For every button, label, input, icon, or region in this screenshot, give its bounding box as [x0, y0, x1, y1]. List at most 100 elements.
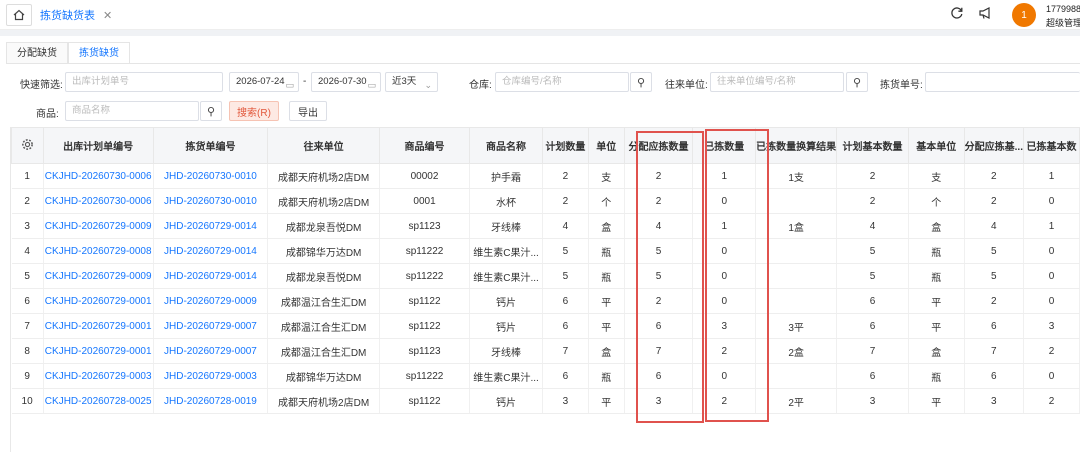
date-range-select[interactable]: 近3天 ⌄: [385, 72, 438, 92]
home-icon[interactable]: [6, 4, 32, 26]
table-cell[interactable]: CKJHD-20260729-0001: [43, 288, 154, 314]
table-cell[interactable]: JHD-20260729-0009: [153, 288, 269, 314]
table-cell: 2平: [755, 388, 838, 414]
table-cell: 护手霜: [469, 163, 543, 189]
megaphone-icon[interactable]: [978, 6, 992, 23]
column-header: 已拣基本数: [1023, 127, 1080, 164]
search-icon[interactable]: ⚲: [200, 101, 222, 121]
table-cell: 6: [836, 363, 909, 389]
table-cell[interactable]: CKJHD-20260730-0006: [43, 163, 154, 189]
table-cell[interactable]: JHD-20260729-0014: [153, 263, 269, 289]
table-cell: 7: [11, 313, 44, 339]
table-cell: 2: [836, 163, 909, 189]
search-icon[interactable]: ⚲: [846, 72, 868, 92]
table-cell: 钙片: [469, 388, 543, 414]
tab-allocation-shortage[interactable]: 分配缺货: [6, 42, 68, 64]
avatar[interactable]: 1: [1012, 3, 1036, 27]
table-cell: 2: [624, 163, 694, 189]
refresh-icon[interactable]: [950, 6, 964, 23]
export-button[interactable]: 导出: [289, 101, 327, 121]
table-cell: 0: [692, 263, 757, 289]
table-row[interactable]: 10 CKJHD-20260728-0025 JHD-20260728-0019 成都…: [11, 388, 1080, 414]
table-cell: [755, 188, 838, 214]
partner-input[interactable]: 往来单位编号/名称: [710, 72, 844, 92]
table-cell[interactable]: JHD-20260729-0014: [153, 238, 269, 264]
table-cell: 0: [1023, 288, 1080, 314]
pick-no-input[interactable]: [925, 72, 1080, 92]
column-header: 已拣数量: [692, 127, 757, 164]
search-icon[interactable]: ⚲: [630, 72, 652, 92]
quick-filter-label: 快速筛选:: [20, 80, 63, 91]
table-row[interactable]: 8 CKJHD-20260729-0001 JHD-20260729-0007 成都温…: [11, 338, 1080, 364]
table-cell: 0001: [379, 188, 471, 214]
table-cell[interactable]: CKJHD-20260729-0001: [43, 313, 154, 339]
table-cell[interactable]: JHD-20260730-0010: [153, 188, 269, 214]
table-cell: 0: [1023, 188, 1080, 214]
goods-input[interactable]: 商品名称: [65, 101, 199, 121]
table-row[interactable]: 9 CKJHD-20260729-0003 JHD-20260729-0003 成都锦…: [11, 363, 1080, 389]
settings-gear-icon[interactable]: [11, 127, 44, 164]
table-cell: 成都天府机场2店DM: [267, 388, 380, 414]
table-cell: 2: [964, 188, 1025, 214]
tab-pick-shortage[interactable]: 拣货缺货表 ✕: [40, 5, 112, 25]
table-cell: 3平: [755, 313, 838, 339]
table-row[interactable]: 5 CKJHD-20260729-0009 JHD-20260729-0014 成都龙…: [11, 263, 1080, 289]
tab-picking-shortage[interactable]: 拣货缺货: [68, 42, 130, 64]
table-cell[interactable]: JHD-20260728-0019: [153, 388, 269, 414]
table-cell: 3: [836, 388, 909, 414]
table-cell[interactable]: CKJHD-20260730-0006: [43, 188, 154, 214]
table-cell: 1盒: [755, 213, 838, 239]
table-cell[interactable]: JHD-20260729-0003: [153, 363, 269, 389]
table-cell[interactable]: JHD-20260730-0010: [153, 163, 269, 189]
table-cell[interactable]: CKJHD-20260728-0025: [43, 388, 154, 414]
date-start-input[interactable]: 2026-07-24 ▭: [229, 72, 299, 92]
table-cell: 钙片: [469, 313, 543, 339]
table-cell: 5: [542, 238, 589, 264]
table-cell: 6: [964, 313, 1025, 339]
table-cell[interactable]: CKJHD-20260729-0003: [43, 363, 154, 389]
table-cell: 2: [624, 288, 694, 314]
plan-no-input[interactable]: 出库计划单号: [65, 72, 223, 92]
table-cell: 6: [836, 288, 909, 314]
table-row[interactable]: 4 CKJHD-20260729-0008 JHD-20260729-0014 成都锦…: [11, 238, 1080, 264]
column-header: 商品编号: [378, 127, 471, 164]
table-cell[interactable]: CKJHD-20260729-0009: [43, 263, 154, 289]
table-cell: 盒: [908, 213, 965, 239]
table-cell[interactable]: JHD-20260729-0014: [153, 213, 269, 239]
search-button[interactable]: 搜索(R): [229, 101, 279, 121]
table-cell: 2: [542, 188, 589, 214]
close-icon[interactable]: ✕: [103, 9, 112, 22]
subtab-divider: [6, 63, 1080, 64]
table-cell: 6: [542, 363, 589, 389]
table-cell: 7: [836, 338, 909, 364]
table-cell[interactable]: CKJHD-20260729-0001: [43, 338, 154, 364]
table-cell[interactable]: CKJHD-20260729-0009: [43, 213, 154, 239]
table-cell[interactable]: CKJHD-20260729-0008: [43, 238, 154, 264]
table-cell: 0: [692, 363, 757, 389]
table-cell: 5: [624, 263, 694, 289]
table-row[interactable]: 6 CKJHD-20260729-0001 JHD-20260729-0009 成都温…: [11, 288, 1080, 314]
table-cell: 维生素C果汁...: [469, 263, 543, 289]
warehouse-input[interactable]: 仓库编号/名称: [495, 72, 629, 92]
table-cell: 4: [624, 213, 694, 239]
table-cell: 6: [964, 363, 1025, 389]
table-cell: 2: [542, 163, 589, 189]
table-cell[interactable]: JHD-20260729-0007: [153, 313, 269, 339]
user-role: 超级管理员: [1046, 18, 1080, 28]
table-cell: 3: [624, 388, 694, 414]
table-cell: [755, 263, 838, 289]
table-cell[interactable]: JHD-20260729-0007: [153, 338, 269, 364]
table-row[interactable]: 1 CKJHD-20260730-0006 JHD-20260730-0010 成都天…: [11, 163, 1080, 189]
table-row[interactable]: 3 CKJHD-20260729-0009 JHD-20260729-0014 成都龙…: [11, 213, 1080, 239]
table-row[interactable]: 2 CKJHD-20260730-0006 JHD-20260730-0010 成都天…: [11, 188, 1080, 214]
table-cell: 3: [11, 213, 44, 239]
date-end-input[interactable]: 2026-07-30 ▭: [311, 72, 381, 92]
calendar-icon: ▭: [367, 80, 376, 90]
column-header: 单位: [587, 127, 625, 164]
table-cell: 成都锦华万达DM: [267, 363, 380, 389]
table-cell: sp1123: [379, 213, 471, 239]
table-row[interactable]: 7 CKJHD-20260729-0001 JHD-20260729-0007 成都温…: [11, 313, 1080, 339]
goods-label: 商品:: [36, 109, 59, 120]
table-cell: 2: [11, 188, 44, 214]
pick-no-label: 拣货单号:: [880, 80, 923, 91]
